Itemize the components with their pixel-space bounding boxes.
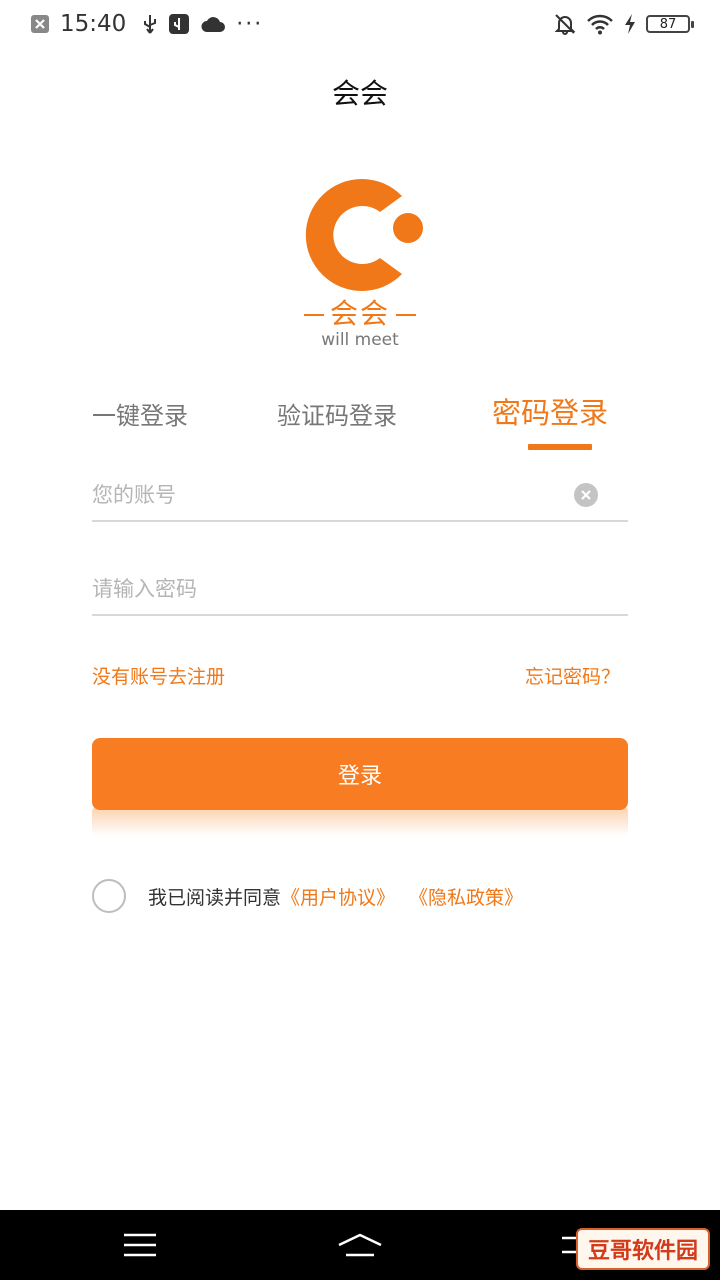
logo-name: 会会 [329,297,390,330]
status-time: 15:40 [60,11,127,37]
home-icon[interactable] [336,1228,384,1262]
menu-icon[interactable] [120,1228,160,1262]
login-button[interactable]: 登录 [92,738,628,810]
usb-icon [142,13,158,35]
logo-line-left [303,314,324,316]
clear-input-icon[interactable] [574,483,598,507]
register-link[interactable]: 没有账号去注册 [92,662,225,689]
login-button-shadow [92,806,628,836]
logo-line-right [396,314,416,316]
usb-debug-icon [168,13,190,35]
page-title: 会会 [331,77,388,110]
agreement-row: 我已阅读并同意 《用户协议》 《隐私政策》 [92,878,523,914]
user-agreement-link[interactable]: 《用户协议》 [281,883,395,910]
more-notifications-icon: ··· [236,11,264,37]
tab-one-click-login[interactable]: 一键登录 [92,396,188,436]
login-tabs: 一键登录 验证码登录 密码登录 [0,396,720,456]
privacy-policy-link[interactable]: 《隐私政策》 [409,883,523,910]
status-bar: 15:40 ··· 87 [0,0,720,48]
forgot-password-link[interactable]: 忘记密码？ [525,662,620,689]
mute-bell-icon [554,13,576,35]
account-input[interactable] [92,470,562,520]
account-field [92,470,628,522]
status-bar-right: 87 [554,8,694,40]
logo-slogan: will meet [321,330,399,350]
cloud-icon [200,15,226,33]
logo-wordmark: 会会 [270,292,450,332]
wifi-icon [586,13,614,35]
tab-sms-code-login[interactable]: 验证码登录 [277,396,397,436]
agreement-text: 我已阅读并同意 [148,886,282,909]
status-bar-left: 15:40 ··· [30,8,263,40]
close-notification-icon [30,14,50,34]
active-tab-indicator [528,444,592,450]
password-input[interactable] [92,564,562,614]
charging-icon [624,14,636,34]
password-field [92,564,628,616]
watermark-badge: 豆哥软件园 [576,1228,710,1270]
battery-icon: 87 [646,15,694,33]
agreement-checkbox[interactable] [92,879,126,913]
tab-password-login[interactable]: 密码登录 [492,393,608,433]
